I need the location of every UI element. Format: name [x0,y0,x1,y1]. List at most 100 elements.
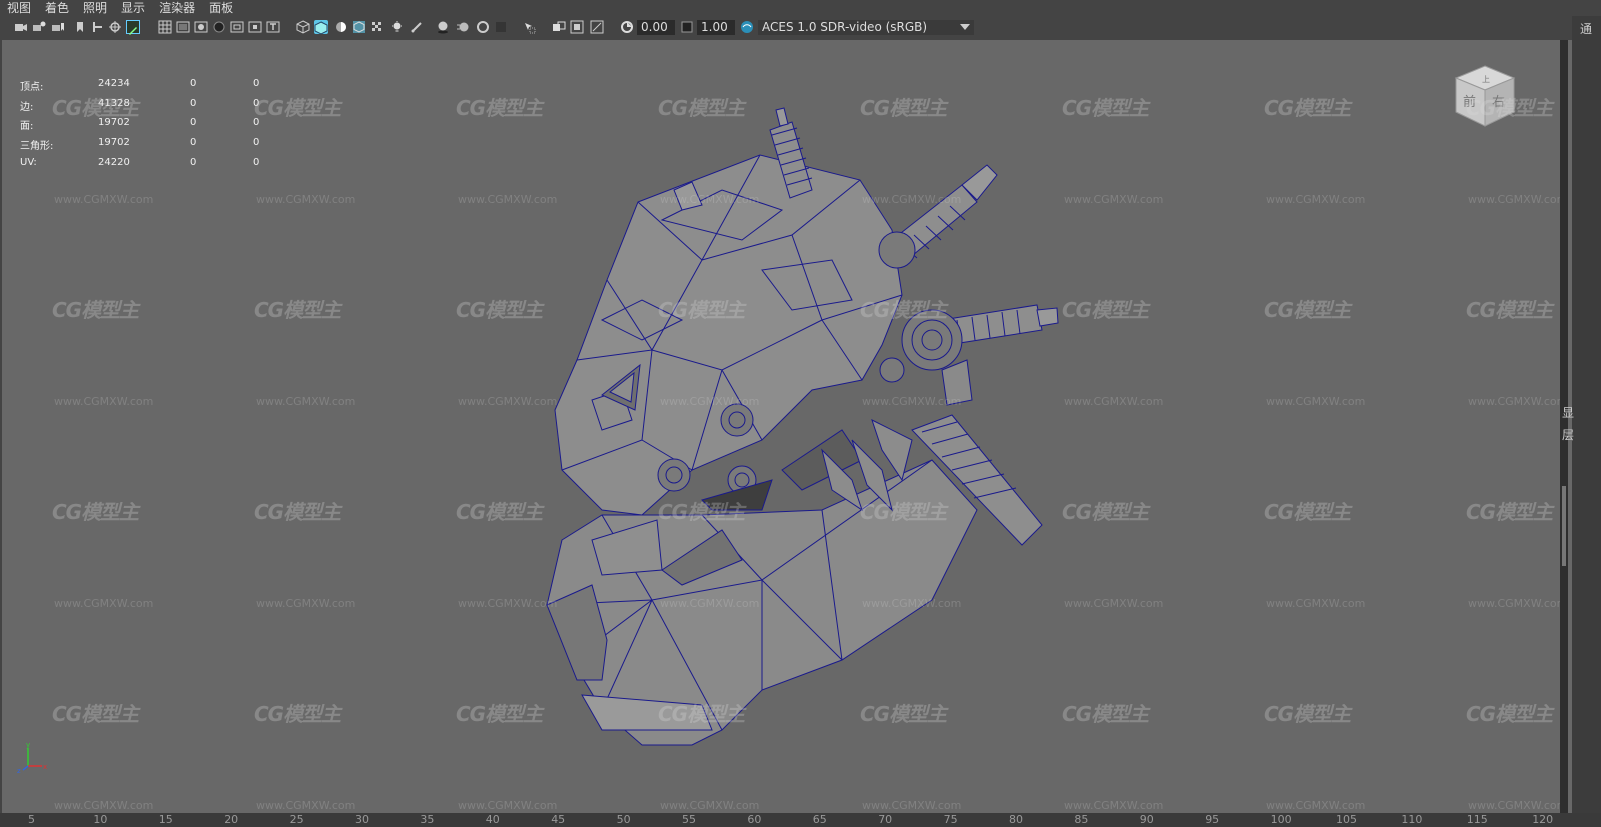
grid-icon[interactable] [158,20,172,34]
hud-value: 0 [190,117,197,129]
shadows-icon[interactable] [410,20,424,34]
timeline-tick-label: 110 [1401,813,1423,826]
right-panel-label-display[interactable]: 显 [1562,404,1574,421]
exposure-field[interactable]: 0.00 [637,20,675,35]
watermark-url: www.CGMXW.com [660,395,760,408]
scrollbar-thumb[interactable] [1562,486,1566,566]
timeline-tick-label: 120 [1532,813,1554,826]
isolate-select-icon[interactable] [522,20,536,34]
watermark-url: www.CGMXW.com [256,193,356,206]
watermark-logo: CG模型主 [52,500,139,524]
menu-view[interactable]: 视图 [0,0,38,16]
bookmark-icon[interactable] [73,20,87,34]
watermark-url: www.CGMXW.com [862,193,962,206]
xray-joints-icon[interactable] [570,20,584,34]
hud-value: 0 [190,97,197,109]
right-panel-tab[interactable]: 通 [1580,20,1592,37]
watermark-url: www.CGMXW.com [660,799,760,812]
gate-mask-icon[interactable] [212,20,226,34]
anti-aliasing-icon[interactable] [476,20,490,34]
color-management-icon[interactable] [740,20,754,34]
image-plane-icon[interactable] [91,20,105,34]
safe-action-icon[interactable] [248,20,262,34]
hud-value: 19702 [98,137,130,149]
gamma-icon[interactable] [680,20,694,34]
timeline-tick-label: 70 [878,813,893,826]
color-space-select[interactable]: ACES 1.0 SDR-video (sRGB) [758,20,974,35]
watermark-url: www.CGMXW.com [862,395,962,408]
watermark-url: www.CGMXW.com [1468,193,1568,206]
hud-value: 0 [190,156,197,168]
timeline-tick-label: 100 [1270,813,1292,826]
screen-space-ao-icon[interactable] [436,20,450,34]
hud-row-uvs: UV: 24220 0 0 [20,157,280,177]
hud-label: 三角形: [20,141,54,153]
watermark-logo: CG模型主 [658,96,745,120]
menu-show[interactable]: 显示 [114,0,152,16]
textured-icon[interactable] [370,20,384,34]
hud-value: 0 [253,78,260,89]
watermark-url: www.CGMXW.com [1468,597,1568,610]
perspective-viewport[interactable]: 顶点: 24234 0 0 边: 41328 0 0 面: 19702 0 0 三角形: 19702… [2,40,1572,813]
gamma-field[interactable]: 1.00 [697,20,735,35]
menu-panels[interactable]: 面板 [202,0,240,16]
watermark-logo: CG模型主 [1062,298,1149,322]
timeline-tick-label: 15 [158,813,173,826]
right-panel-label-layer[interactable]: 层 [1562,426,1574,443]
time-slider[interactable]: 5 10 15 20 25 30 35 40 45 50 55 60 65 70 75 80 85 90 95 100… [0,813,1601,827]
axis-z-label: z [17,767,21,774]
smooth-shade-all-button[interactable] [314,20,328,35]
field-chart-icon[interactable] [230,20,244,34]
timeline-tick-label: 60 [747,813,762,826]
motion-blur-icon[interactable] [456,20,470,34]
camera-attributes-icon[interactable] [32,20,46,34]
wireframe-on-shaded-icon[interactable] [352,20,366,34]
hud-value: 0 [190,78,197,89]
film-gate-icon[interactable] [176,20,190,34]
backface-culling-icon[interactable] [590,20,604,34]
watermark-url: www.CGMXW.com [1064,597,1164,610]
watermark-logo: CG模型主 [1466,96,1553,120]
watermark-logo: CG模型主 [658,298,745,322]
timeline-tick-label: 95 [1205,813,1220,826]
2d-pan-zoom-icon[interactable] [108,20,122,34]
axis-y-label: y [26,741,30,749]
timeline-tick-label: 90 [1139,813,1154,826]
watermark-logo: CG模型主 [254,702,341,726]
timeline-tick-label: 115 [1466,813,1488,826]
axis-x-label: x [43,763,47,771]
safe-title-icon[interactable] [266,20,280,34]
default-material-icon[interactable] [334,20,348,34]
grease-pencil-button[interactable] [126,20,140,35]
view-cube-top-label: 上 [1482,75,1490,84]
watermark-url: www.CGMXW.com [458,799,558,812]
camera-icon[interactable] [14,20,28,34]
resolution-gate-icon[interactable] [194,20,208,34]
watermark-logo: CG模型主 [456,500,543,524]
smooth-shade-icon [314,21,328,35]
watermark-url: www.CGMXW.com [1468,799,1568,812]
depth-of-field-icon[interactable] [494,20,508,34]
watermark-logo: CG模型主 [658,702,745,726]
xray-icon[interactable] [552,20,566,34]
lights-icon[interactable] [390,20,404,34]
menu-shading[interactable]: 着色 [38,0,76,16]
axis-gizmo: y x z [17,741,47,774]
hud-label: 边: [20,101,34,113]
watermark-logo: CG模型主 [658,500,745,524]
timeline-tick-label: 65 [812,813,827,826]
menu-renderer[interactable]: 渲染器 [152,0,202,16]
timeline-tick-label: 5 [28,813,35,826]
hud-value: 0 [253,156,260,168]
bookmark-camera-icon[interactable] [51,20,65,34]
menu-lighting[interactable]: 照明 [76,0,114,16]
watermark-logo: CG模型主 [52,702,139,726]
watermark-logo: CG模型主 [1264,500,1351,524]
watermark-logo: CG模型主 [860,702,947,726]
watermark-url: www.CGMXW.com [1266,395,1366,408]
wireframe-icon[interactable] [296,20,310,34]
hud-value: 0 [190,137,197,149]
timeline-tick-label: 40 [485,813,500,826]
exposure-icon[interactable] [620,20,634,34]
watermark-url: www.CGMXW.com [54,799,154,812]
